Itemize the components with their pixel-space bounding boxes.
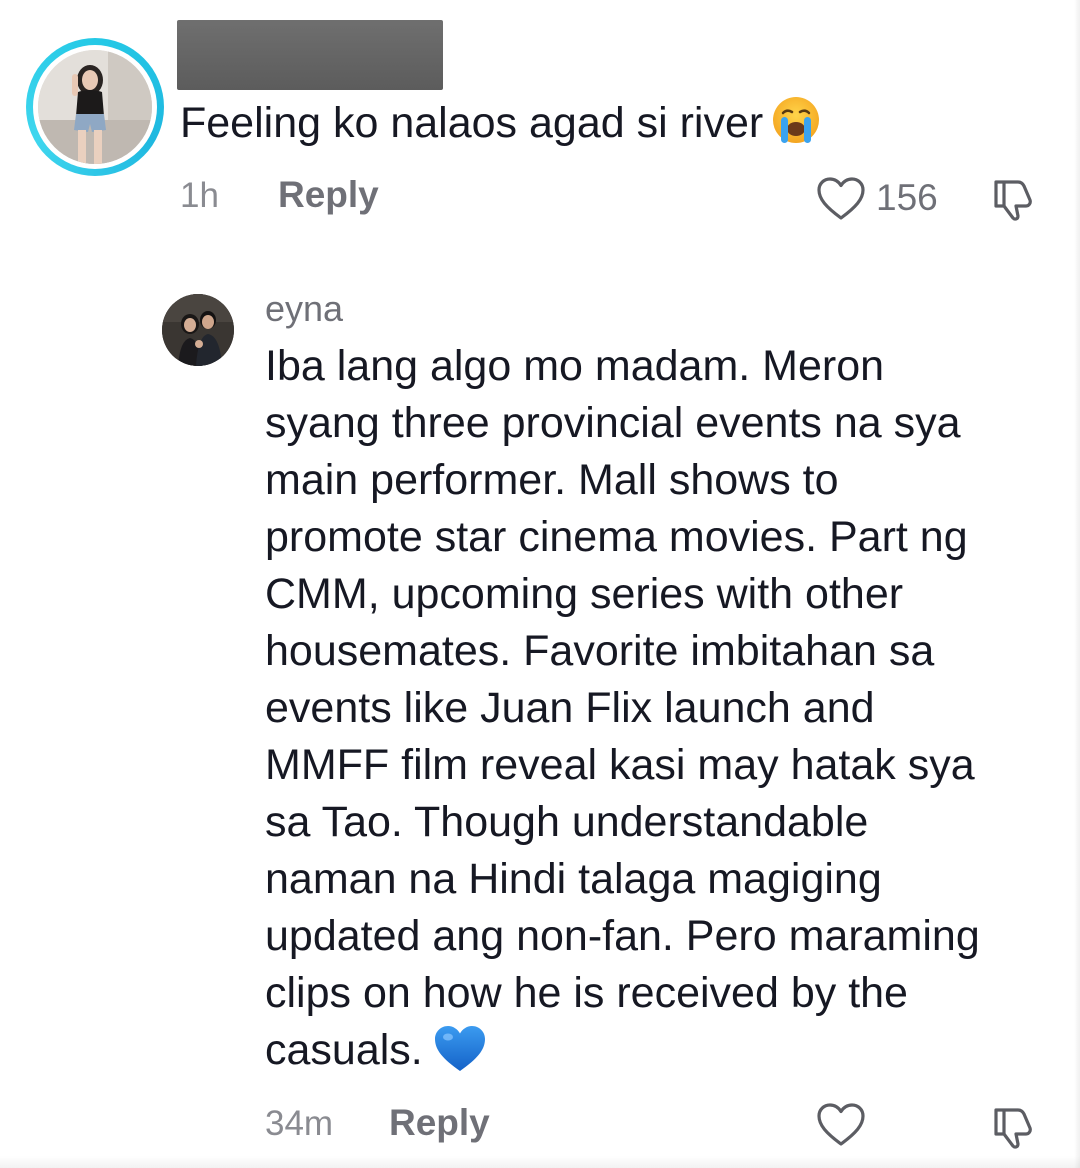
reply-item: eyna Iba lang algo mo madam. Meron syang… bbox=[0, 280, 1080, 1160]
thumbs-down-icon bbox=[994, 180, 1032, 221]
heart-outline-icon bbox=[817, 177, 865, 220]
reply-text-line: Iba lang algo mo madam. Meron bbox=[265, 342, 885, 390]
reply-button[interactable]: Reply bbox=[278, 174, 379, 216]
reply-timestamp: 34m bbox=[265, 1104, 334, 1143]
reply-text-line: updated ang non-fan. Pero maraming bbox=[265, 912, 980, 960]
avatar-photo-illustration bbox=[162, 294, 234, 366]
dislike-button[interactable] bbox=[988, 1102, 1038, 1155]
reply-text-line: clips on how he is received by the bbox=[265, 969, 908, 1017]
blue-heart-emoji-icon bbox=[433, 1024, 487, 1089]
avatar[interactable] bbox=[162, 294, 234, 366]
reply-text-line: main performer. Mall shows to bbox=[265, 456, 839, 504]
reply-text-line: syang three provincial events na sya bbox=[265, 399, 961, 447]
thumbs-down-icon bbox=[994, 1108, 1032, 1149]
reply-text-line-last: casuals. bbox=[265, 1022, 1065, 1089]
avatar bbox=[38, 50, 152, 164]
reply-text-line: CMM, upcoming series with other bbox=[265, 570, 904, 618]
crying-face-emoji-icon bbox=[771, 95, 821, 159]
screenshot-edge-shadow bbox=[1074, 0, 1080, 1168]
heart-outline-icon bbox=[817, 1103, 865, 1146]
comment-item: Feeling ko nalaos agad si river 1h Reply bbox=[0, 0, 1080, 250]
comment-meta-row: 1h Reply 156 bbox=[180, 172, 1060, 222]
reply-text-line: events like Juan Flix launch and bbox=[265, 684, 875, 732]
comment-timestamp: 1h bbox=[180, 176, 219, 215]
like-button[interactable] bbox=[816, 1102, 866, 1153]
dislike-button[interactable] bbox=[988, 174, 1038, 227]
comment-body: Feeling ko nalaos agad si river bbox=[180, 99, 764, 147]
avatar-story-ring[interactable] bbox=[26, 38, 164, 176]
avatar-photo-illustration bbox=[38, 50, 152, 164]
reply-button[interactable]: Reply bbox=[389, 1102, 490, 1144]
reply-text: Iba lang algo mo madam. Meron syang thre… bbox=[265, 338, 1065, 1089]
reply-text-line: promote star cinema movies. Part ng bbox=[265, 513, 968, 561]
reply-username[interactable]: eyna bbox=[265, 288, 343, 330]
like-count: 156 bbox=[876, 177, 938, 218]
reply-text-line-end: casuals. bbox=[265, 1026, 423, 1074]
reply-text-line: housemates. Favorite imbitahan sa bbox=[265, 627, 935, 675]
username-redacted-block bbox=[177, 20, 443, 90]
reply-text-line: sa Tao. Though understandable bbox=[265, 798, 869, 846]
reply-meta-row: 34m Reply bbox=[265, 1100, 1065, 1150]
comment-text: Feeling ko nalaos agad si river bbox=[180, 95, 821, 159]
screenshot-edge-shadow bbox=[0, 1156, 1080, 1168]
reply-text-line: naman na Hindi talaga magiging bbox=[265, 855, 882, 903]
reply-text-line: MMFF film reveal kasi may hatak sya bbox=[265, 741, 975, 789]
